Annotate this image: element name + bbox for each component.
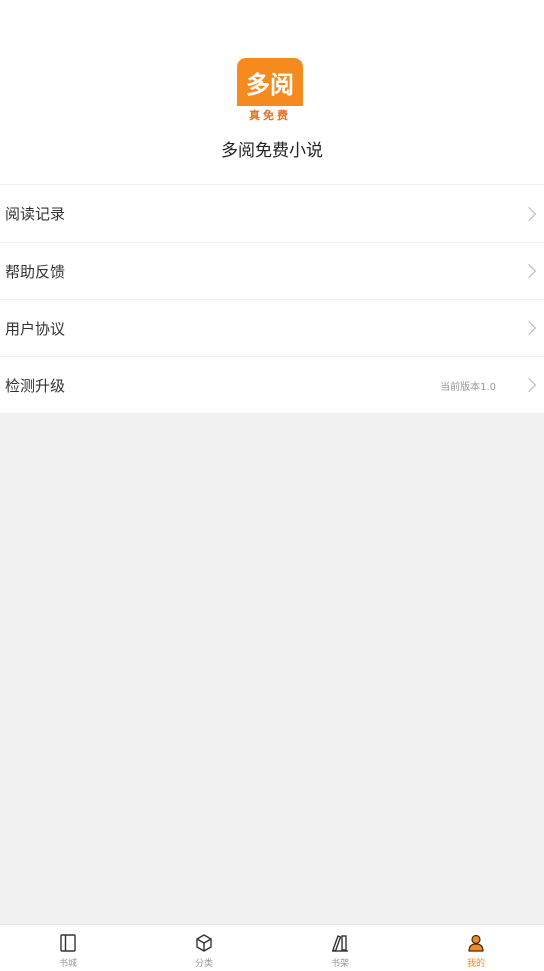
logo-sub-text: 真免费 xyxy=(249,109,291,122)
tab-label: 书城 xyxy=(58,959,77,969)
bookshelf-icon xyxy=(332,935,348,952)
settings-menu: 阅读记录 帮助反馈 用户协议 检测升级 当前版本1.0 xyxy=(0,185,544,413)
tab-label: 分类 xyxy=(194,959,213,969)
menu-item-label: 帮助反馈 xyxy=(5,262,66,281)
tab-label: 书架 xyxy=(330,959,349,969)
profile-page: 多阅 真免费 多阅免费小说 阅读记录 帮助反馈 用户协议 检测升级 当前版本1.… xyxy=(0,0,544,971)
app-logo: 多阅 真免费 xyxy=(237,58,303,124)
tab-category[interactable]: 分类 xyxy=(136,925,272,971)
tab-bookstore[interactable]: 书城 xyxy=(0,925,136,971)
menu-item-label: 检测升级 xyxy=(5,376,66,395)
cube-icon xyxy=(196,934,212,952)
app-name: 多阅免费小说 xyxy=(221,141,323,161)
menu-item-label: 阅读记录 xyxy=(5,205,66,223)
logo-main-text: 多阅 xyxy=(237,58,303,106)
book-icon xyxy=(60,934,76,952)
menu-item-reading-history[interactable]: 阅读记录 xyxy=(0,185,544,242)
menu-item-help-feedback[interactable]: 帮助反馈 xyxy=(0,242,544,299)
chevron-right-icon xyxy=(521,377,537,393)
bottom-tab-bar: 书城 分类 书架 我的 xyxy=(0,924,544,971)
menu-item-label: 用户协议 xyxy=(5,319,66,338)
tab-bookshelf[interactable]: 书架 xyxy=(272,925,408,971)
profile-header: 多阅 真免费 多阅免费小说 xyxy=(0,0,544,184)
tab-mine[interactable]: 我的 xyxy=(408,925,544,971)
chevron-right-icon xyxy=(521,320,537,336)
chevron-right-icon xyxy=(521,263,537,279)
chevron-right-icon xyxy=(521,206,537,221)
menu-item-user-agreement[interactable]: 用户协议 xyxy=(0,299,544,356)
menu-item-check-update[interactable]: 检测升级 当前版本1.0 xyxy=(0,356,544,413)
version-text: 当前版本1.0 xyxy=(440,381,496,393)
user-icon xyxy=(468,934,484,952)
tab-label: 我的 xyxy=(466,959,485,969)
